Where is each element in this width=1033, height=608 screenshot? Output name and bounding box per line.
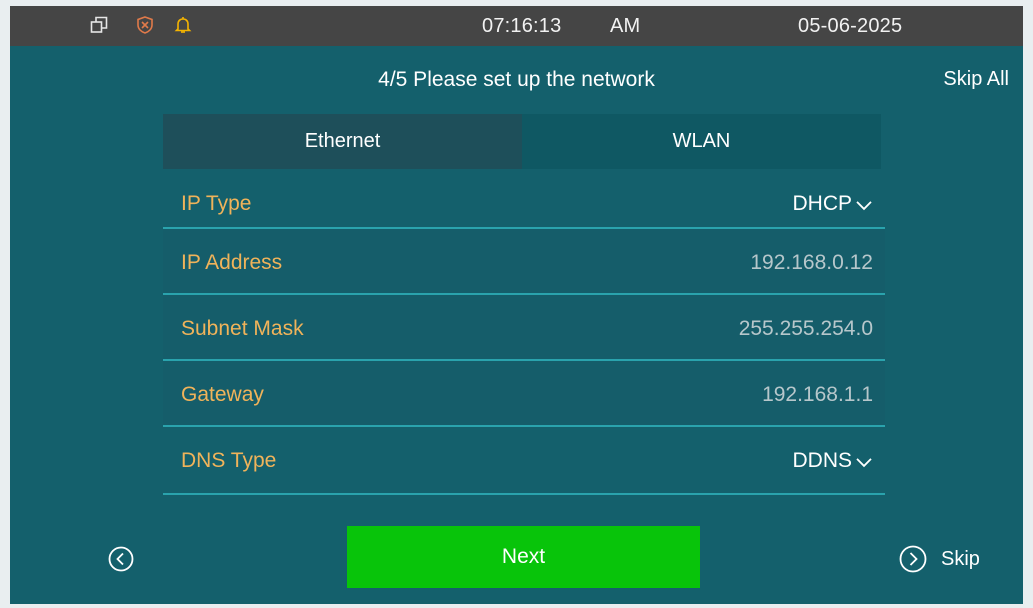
- multi-window-icon: [90, 16, 108, 33]
- skip-button[interactable]: Skip: [899, 544, 980, 574]
- status-bar: 07:16:13 AM 05-06-2025: [10, 6, 1023, 46]
- back-button[interactable]: [108, 546, 134, 572]
- subnet-mask-label: Subnet Mask: [181, 316, 304, 340]
- skip-all-button[interactable]: Skip All: [943, 68, 1009, 91]
- network-tabs: Ethernet WLAN: [163, 114, 881, 169]
- circle-chevron-right-icon: [899, 545, 927, 573]
- clock-meridiem: AM: [610, 15, 641, 37]
- skip-label: Skip: [941, 547, 980, 570]
- chevron-down-icon: [856, 458, 872, 468]
- next-button[interactable]: Next: [347, 526, 700, 588]
- subnet-mask-value[interactable]: 255.255.254.0: [739, 317, 873, 341]
- clock-date: 05-06-2025: [798, 15, 903, 37]
- ip-address-value[interactable]: 192.168.0.12: [750, 251, 873, 275]
- ip-type-label: IP Type: [181, 191, 252, 215]
- setup-screen: 07:16:13 AM 05-06-2025 4/5 Please set up…: [10, 6, 1023, 604]
- ip-type-select[interactable]: DHCP: [792, 192, 873, 216]
- page-title: 4/5 Please set up the network: [378, 68, 655, 91]
- dns-type-value: DDNS: [792, 448, 852, 472]
- dns-type-select[interactable]: DDNS: [792, 449, 873, 473]
- ip-address-label: IP Address: [181, 250, 283, 274]
- gateway-label: Gateway: [181, 382, 264, 406]
- subnet-mask-row[interactable]: Subnet Mask 255.255.254.0: [163, 295, 885, 361]
- ip-type-row[interactable]: IP Type DHCP: [163, 177, 885, 229]
- tab-wlan[interactable]: WLAN: [522, 114, 881, 169]
- ip-type-value: DHCP: [792, 191, 852, 215]
- network-settings-list: IP Type DHCP IP Address 192.168.0.12 Sub…: [163, 177, 885, 495]
- bell-icon: [174, 17, 192, 33]
- dns-type-row[interactable]: DNS Type DDNS: [163, 427, 885, 495]
- tab-ethernet[interactable]: Ethernet: [163, 114, 522, 169]
- chevron-down-icon: [856, 201, 872, 211]
- gateway-row[interactable]: Gateway 192.168.1.1: [163, 361, 885, 427]
- shield-icon: [137, 16, 153, 34]
- ip-address-row[interactable]: IP Address 192.168.0.12: [163, 229, 885, 295]
- dns-type-label: DNS Type: [181, 448, 277, 472]
- gateway-value[interactable]: 192.168.1.1: [762, 383, 873, 407]
- clock-time: 07:16:13: [482, 15, 562, 37]
